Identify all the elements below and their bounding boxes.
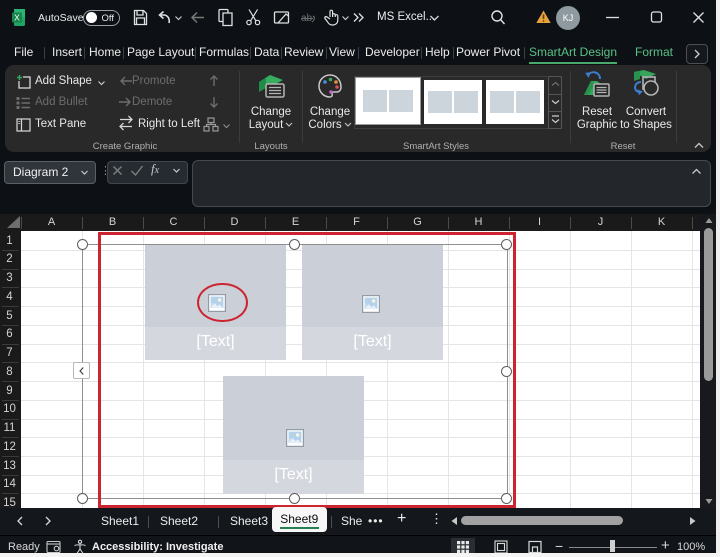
svg-text:X: X (14, 13, 20, 23)
